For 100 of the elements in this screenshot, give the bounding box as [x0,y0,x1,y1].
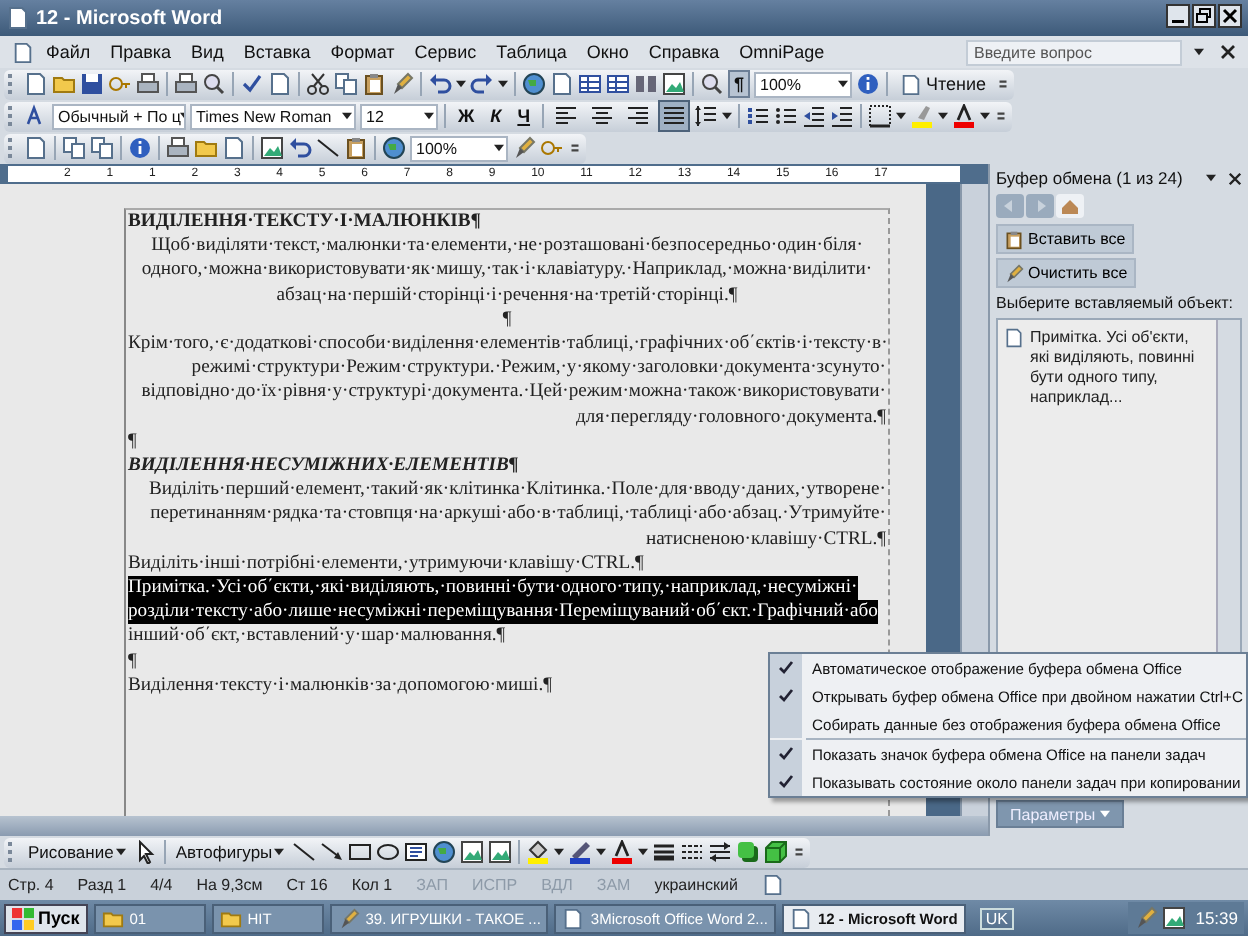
document-icon[interactable] [761,874,784,896]
bullet-list-icon[interactable] [774,104,799,128]
underline-button[interactable]: Ч [511,102,537,130]
zoom-dropdown[interactable]: 100% [410,135,508,161]
cube-icon[interactable] [764,840,789,864]
numbered-list-icon[interactable] [746,104,771,128]
picture-icon[interactable] [662,72,686,96]
arrow-icon[interactable] [320,840,345,864]
close-icon[interactable] [1218,4,1242,28]
scissors-icon[interactable] [306,72,330,96]
document-icon[interactable] [24,136,48,160]
menu-item[interactable]: Вставка [235,42,319,62]
zoom-dropdown[interactable]: 100% [754,71,853,97]
menu-item[interactable]: Правка [102,42,180,62]
menu-item[interactable]: Сервис [406,42,485,62]
check-icon[interactable] [240,72,264,96]
restore-icon[interactable] [1192,4,1216,28]
key-icon[interactable] [108,72,132,96]
paragraph: Виділіть·інші·потрібні·елементи,·утримуючи·клавішу·CTRL.¶ [126,551,646,577]
brush-icon[interactable] [390,72,414,96]
info-icon[interactable] [856,72,881,96]
justify-icon[interactable] [658,100,691,132]
globe-icon[interactable] [382,136,406,160]
document-icon[interactable] [12,41,34,63]
font-size-dropdown[interactable]: 12 [360,103,438,129]
menu-item[interactable]: Окно [578,42,637,62]
picture-icon[interactable] [1161,906,1186,930]
home-icon[interactable] [1056,194,1084,218]
printer-icon[interactable] [174,72,198,96]
indent-icon[interactable] [830,104,855,128]
printer-icon[interactable] [166,136,190,160]
undo-icon[interactable] [288,136,312,160]
draw-menu[interactable]: Рисование [24,842,130,862]
document-icon[interactable] [550,72,574,96]
show-formatting-marks-button[interactable]: ¶ [728,70,751,98]
columns-icon[interactable] [634,72,658,96]
paste-all-button[interactable]: Вставить все [996,224,1134,254]
line-icon[interactable] [316,136,340,160]
copy-icon[interactable] [334,72,358,96]
line-style-icon[interactable] [652,840,677,864]
start-button[interactable]: Пуск [4,903,88,933]
line-spacing-icon[interactable] [694,104,719,128]
brush-icon[interactable] [1133,906,1158,930]
clipboard-item[interactable]: Примітка. Усі об'єкти, які виділяють, повинні бути одного типу, наприклад... [1004,328,1212,408]
close-icon[interactable] [1228,171,1242,185]
autoshapes-menu[interactable]: Автофигуры [171,842,289,862]
language-indicator[interactable]: UK [979,907,1014,929]
copy-icon[interactable] [62,136,86,160]
font-dropdown[interactable]: Times New Roman [190,103,356,129]
info-icon[interactable] [128,136,152,160]
undo-icon[interactable] [428,72,452,96]
line-color-icon[interactable] [568,840,593,864]
printer-icon[interactable] [136,72,160,96]
italic-button[interactable]: К [484,102,508,130]
reading-button[interactable]: Чтение [894,70,993,98]
help-search-field[interactable]: Введите вопрос [966,39,1182,65]
menu-item[interactable]: Таблица [488,42,575,62]
shadow-icon[interactable] [736,840,761,864]
style-dropdown[interactable]: Обычный + По ц [52,103,186,129]
horizontal-scrollbar[interactable] [0,816,988,836]
brush-icon[interactable] [512,136,536,160]
copy-icon[interactable] [90,136,114,160]
dash-style-icon[interactable] [680,840,705,864]
picture-icon[interactable] [460,840,485,864]
bold-button[interactable]: Ж [452,102,481,130]
table-icon[interactable] [606,72,630,96]
clear-all-button[interactable]: Очистить все [996,258,1136,288]
magnifier-icon[interactable] [202,72,226,96]
line-icon[interactable] [292,840,317,864]
close-icon[interactable] [1220,44,1236,60]
document-icon[interactable] [24,72,48,96]
globe-icon[interactable] [432,840,457,864]
text-box-icon[interactable] [404,840,429,864]
minimize-icon[interactable] [1166,4,1190,28]
picture-icon[interactable] [488,840,513,864]
menu-item[interactable]: Вид [183,42,232,62]
font-color-icon[interactable] [952,104,977,128]
table-icon[interactable] [578,72,602,96]
folder-icon[interactable] [194,136,218,160]
folder-icon[interactable] [52,72,76,96]
outdent-icon[interactable] [802,104,827,128]
fill-color-icon[interactable] [526,840,551,864]
border-icon[interactable] [868,104,893,128]
oval-icon[interactable] [376,840,401,864]
magnifier-icon[interactable] [700,72,724,96]
font-color-icon[interactable] [610,840,635,864]
menu-item[interactable]: OmniPage [731,42,833,62]
document-icon[interactable] [222,136,246,160]
rectangle-icon[interactable] [348,840,373,864]
arrow-style-icon[interactable] [708,840,733,864]
picture-icon[interactable] [260,136,284,160]
menu-item[interactable]: Файл [38,42,99,62]
menu-item[interactable]: Формат [322,42,403,62]
menu-item[interactable]: Справка [640,42,728,62]
clipboard-icon[interactable] [362,72,386,96]
cursor-icon[interactable] [133,840,158,864]
document-icon[interactable] [268,72,292,96]
globe-icon[interactable] [522,72,546,96]
clipboard-icon[interactable] [344,136,368,160]
redo-icon[interactable] [470,72,494,96]
